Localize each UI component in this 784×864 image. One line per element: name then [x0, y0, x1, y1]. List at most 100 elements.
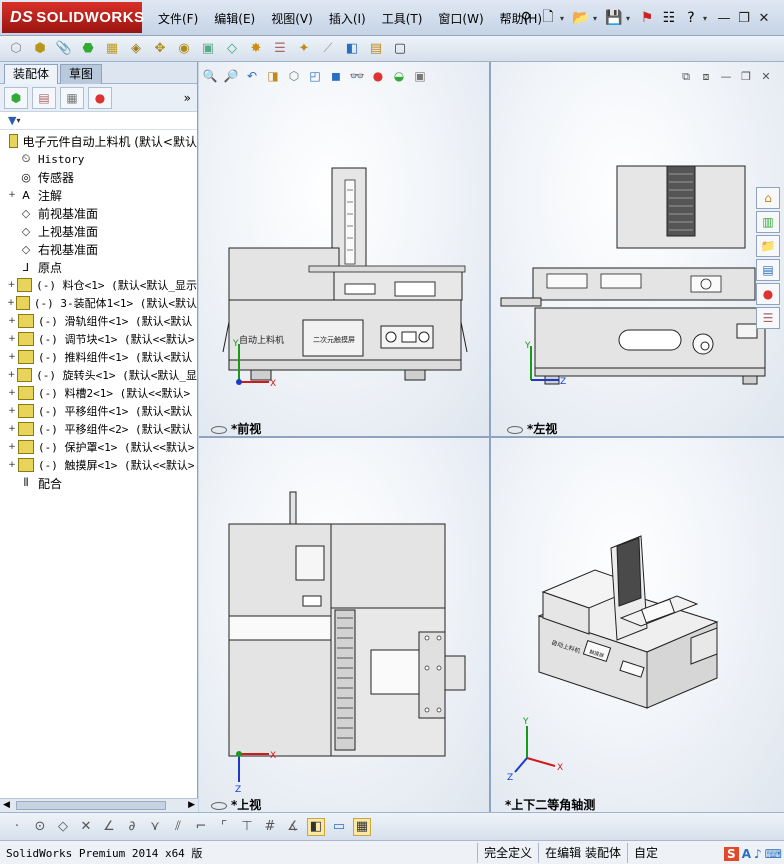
scroll-left-icon[interactable]: ◀	[3, 800, 10, 810]
tree-item[interactable]: + (-) 滑轨组件<1> (默认<默认	[0, 312, 197, 330]
panel-expand-icon[interactable]: »	[184, 91, 191, 105]
menu-tools[interactable]: 工具(T)	[374, 8, 431, 30]
tree-item[interactable]: + (-) 调节块<1> (默认<<默认>	[0, 330, 197, 348]
tab-sketch[interactable]: 草图	[60, 64, 103, 84]
trim-icon[interactable]: ✕	[77, 818, 95, 836]
show-hidden-icon[interactable]: ◉	[174, 39, 194, 59]
mirror-icon[interactable]: ⋎	[146, 818, 164, 836]
exploded-view-icon[interactable]: ✦	[294, 39, 314, 59]
custom-properties-icon[interactable]: ☰	[756, 307, 780, 329]
linear-pattern-icon[interactable]: ⫽	[169, 818, 187, 836]
explode-line-icon[interactable]: ⟋	[318, 39, 338, 59]
viewport-isometric[interactable]: 自动上料机 触摸屏 Y X Z *上下二等角轴测	[491, 438, 784, 812]
tree-item[interactable]: + (-) 平移组件<2> (默认<默认	[0, 420, 197, 438]
tree-item[interactable]: ⅃ 原点	[0, 258, 197, 276]
save-dropdown-icon[interactable]: ▾	[626, 14, 634, 23]
interference-icon[interactable]: ◧	[342, 39, 362, 59]
tree-item[interactable]: + (-) 保护罩<1> (默认<<默认>	[0, 438, 197, 456]
tree-item[interactable]: + A 注解	[0, 186, 197, 204]
help-dropdown-icon[interactable]: ▾	[703, 14, 711, 23]
tree-item[interactable]: + (-) 旋转头<1> (默认<默认_显	[0, 366, 197, 384]
assembly-features-icon[interactable]: ▣	[198, 39, 218, 59]
paperclip-icon[interactable]: 📎	[54, 39, 74, 59]
tree-expand-icon[interactable]: +	[6, 298, 16, 308]
menu-view[interactable]: 视图(V)	[263, 8, 321, 30]
appearances-icon[interactable]: ●	[756, 283, 780, 305]
move-component-icon[interactable]: ✥	[150, 39, 170, 59]
mate-tool-icon[interactable]: ⬣	[78, 39, 98, 59]
ime-mode-icon[interactable]: A	[742, 847, 751, 861]
tree-expand-icon[interactable]: +	[6, 280, 17, 290]
ime-keyboard-icon[interactable]: ⌨	[765, 847, 782, 861]
tree-item[interactable]: + (-) 推料组件<1> (默认<默认	[0, 348, 197, 366]
options-icon[interactable]: ☷	[659, 8, 679, 28]
assembly-visualization-icon[interactable]: ▤	[366, 39, 386, 59]
bill-of-materials-icon[interactable]: ☰	[270, 39, 290, 59]
help-icon[interactable]: ?	[681, 8, 701, 28]
3d-sketch-icon[interactable]: ◧	[307, 817, 325, 836]
tree-item[interactable]: ⏲ History	[0, 150, 197, 168]
insert-component-icon[interactable]: ⬡	[6, 39, 26, 59]
ime-logo-icon[interactable]: S	[724, 847, 739, 861]
pin-icon[interactable]: ⚲	[516, 8, 536, 28]
file-explorer-icon[interactable]: 📁	[756, 235, 780, 257]
new-motion-study-icon[interactable]: ✸	[246, 39, 266, 59]
dimension-icon[interactable]: ⊤	[238, 818, 256, 836]
extend-icon[interactable]: ∠	[100, 818, 118, 836]
new-part-icon[interactable]: ⬢	[30, 39, 50, 59]
tree-expand-icon[interactable]: +	[6, 406, 18, 416]
open-folder-icon[interactable]: 📂	[571, 8, 591, 28]
point-icon[interactable]: ·	[8, 818, 26, 836]
tree-expand-icon[interactable]: +	[6, 352, 18, 362]
rebuild-icon[interactable]: ⚑	[637, 8, 657, 28]
property-manager-icon[interactable]: ▤	[32, 86, 56, 109]
menu-insert[interactable]: 插入(I)	[321, 8, 374, 30]
tree-expand-icon[interactable]: +	[6, 190, 18, 200]
filter-icon[interactable]: ▼	[8, 114, 16, 127]
menu-window[interactable]: 窗口(W)	[430, 8, 491, 30]
scrollbar-thumb[interactable]	[16, 801, 166, 810]
open-dropdown-icon[interactable]: ▾	[593, 14, 601, 23]
graphics-area[interactable]: 🔍 🔎 ↶ ◨ ⬡ ◰ ◼ 👓 ● ◒ ▣ 自动上料机 二次元触摸屏 X Y *…	[199, 62, 784, 812]
ime-punct-icon[interactable]: ♪	[754, 847, 762, 861]
tab-assembly[interactable]: 装配体	[4, 64, 59, 84]
tree-item[interactable]: 电子元件自动上料机 (默认<默认	[0, 132, 197, 150]
tree-expand-icon[interactable]: +	[6, 388, 18, 398]
tree-item[interactable]: ◎ 传感器	[0, 168, 197, 186]
viewport-top[interactable]: X Z *上视	[199, 438, 489, 812]
status-units[interactable]: 自定	[626, 842, 664, 863]
pattern-icon[interactable]: ▦	[102, 39, 122, 59]
tree-item[interactable]: ◇ 上视基准面	[0, 222, 197, 240]
tile-icon[interactable]: ▦	[353, 817, 371, 836]
new-dropdown-icon[interactable]: ▾	[560, 14, 568, 23]
restore-icon[interactable]: ❐	[734, 9, 754, 27]
smart-fasteners-icon[interactable]: ◈	[126, 39, 146, 59]
minimize-icon[interactable]: —	[714, 9, 734, 27]
design-library-icon[interactable]: ▥	[756, 211, 780, 233]
tree-item[interactable]: + (-) 平移组件<1> (默认<默认	[0, 402, 197, 420]
menu-file[interactable]: 文件(F)	[150, 8, 206, 30]
tree-expand-icon[interactable]: +	[6, 460, 18, 470]
window-icon[interactable]: ▭	[330, 818, 348, 836]
tree-expand-icon[interactable]: +	[6, 316, 18, 326]
viewport-front[interactable]: 🔍 🔎 ↶ ◨ ⬡ ◰ ◼ 👓 ● ◒ ▣ 自动上料机 二次元触摸屏 X Y *…	[199, 62, 489, 436]
viewport-left[interactable]: ⧉ ⧈ — ❐ ✕ Z Y *左视 ⌂ ▥ 📁 ▤ ● ☰	[491, 62, 784, 436]
angle-icon[interactable]: ∡	[284, 818, 302, 836]
instant3d-icon[interactable]: ▢	[390, 39, 410, 59]
tree-expand-icon[interactable]: +	[6, 424, 18, 434]
corner-icon[interactable]: ⌐	[192, 818, 210, 836]
tree-item[interactable]: + (-) 料仓<1> (默认<默认_显示	[0, 276, 197, 294]
tree-item[interactable]: ◇ 右视基准面	[0, 240, 197, 258]
display-manager-icon[interactable]: ●	[88, 86, 112, 109]
menu-edit[interactable]: 编辑(E)	[206, 8, 263, 30]
tree-item[interactable]: + (-) 触摸屏<1> (默认<<默认>	[0, 456, 197, 474]
tree-item[interactable]: ◇ 前视基准面	[0, 204, 197, 222]
tree-item[interactable]: + (-) 料槽2<1> (默认<<默认>	[0, 384, 197, 402]
tree-expand-icon[interactable]: +	[6, 370, 17, 380]
offset-icon[interactable]: ∂	[123, 818, 141, 836]
reference-geometry-icon[interactable]: ◇	[222, 39, 242, 59]
panel-horizontal-scrollbar[interactable]: ◀ ▶	[0, 798, 198, 812]
scroll-right-icon[interactable]: ▶	[188, 800, 195, 810]
home-icon[interactable]: ⌂	[756, 187, 780, 209]
relations-icon[interactable]: ⌜	[215, 818, 233, 836]
